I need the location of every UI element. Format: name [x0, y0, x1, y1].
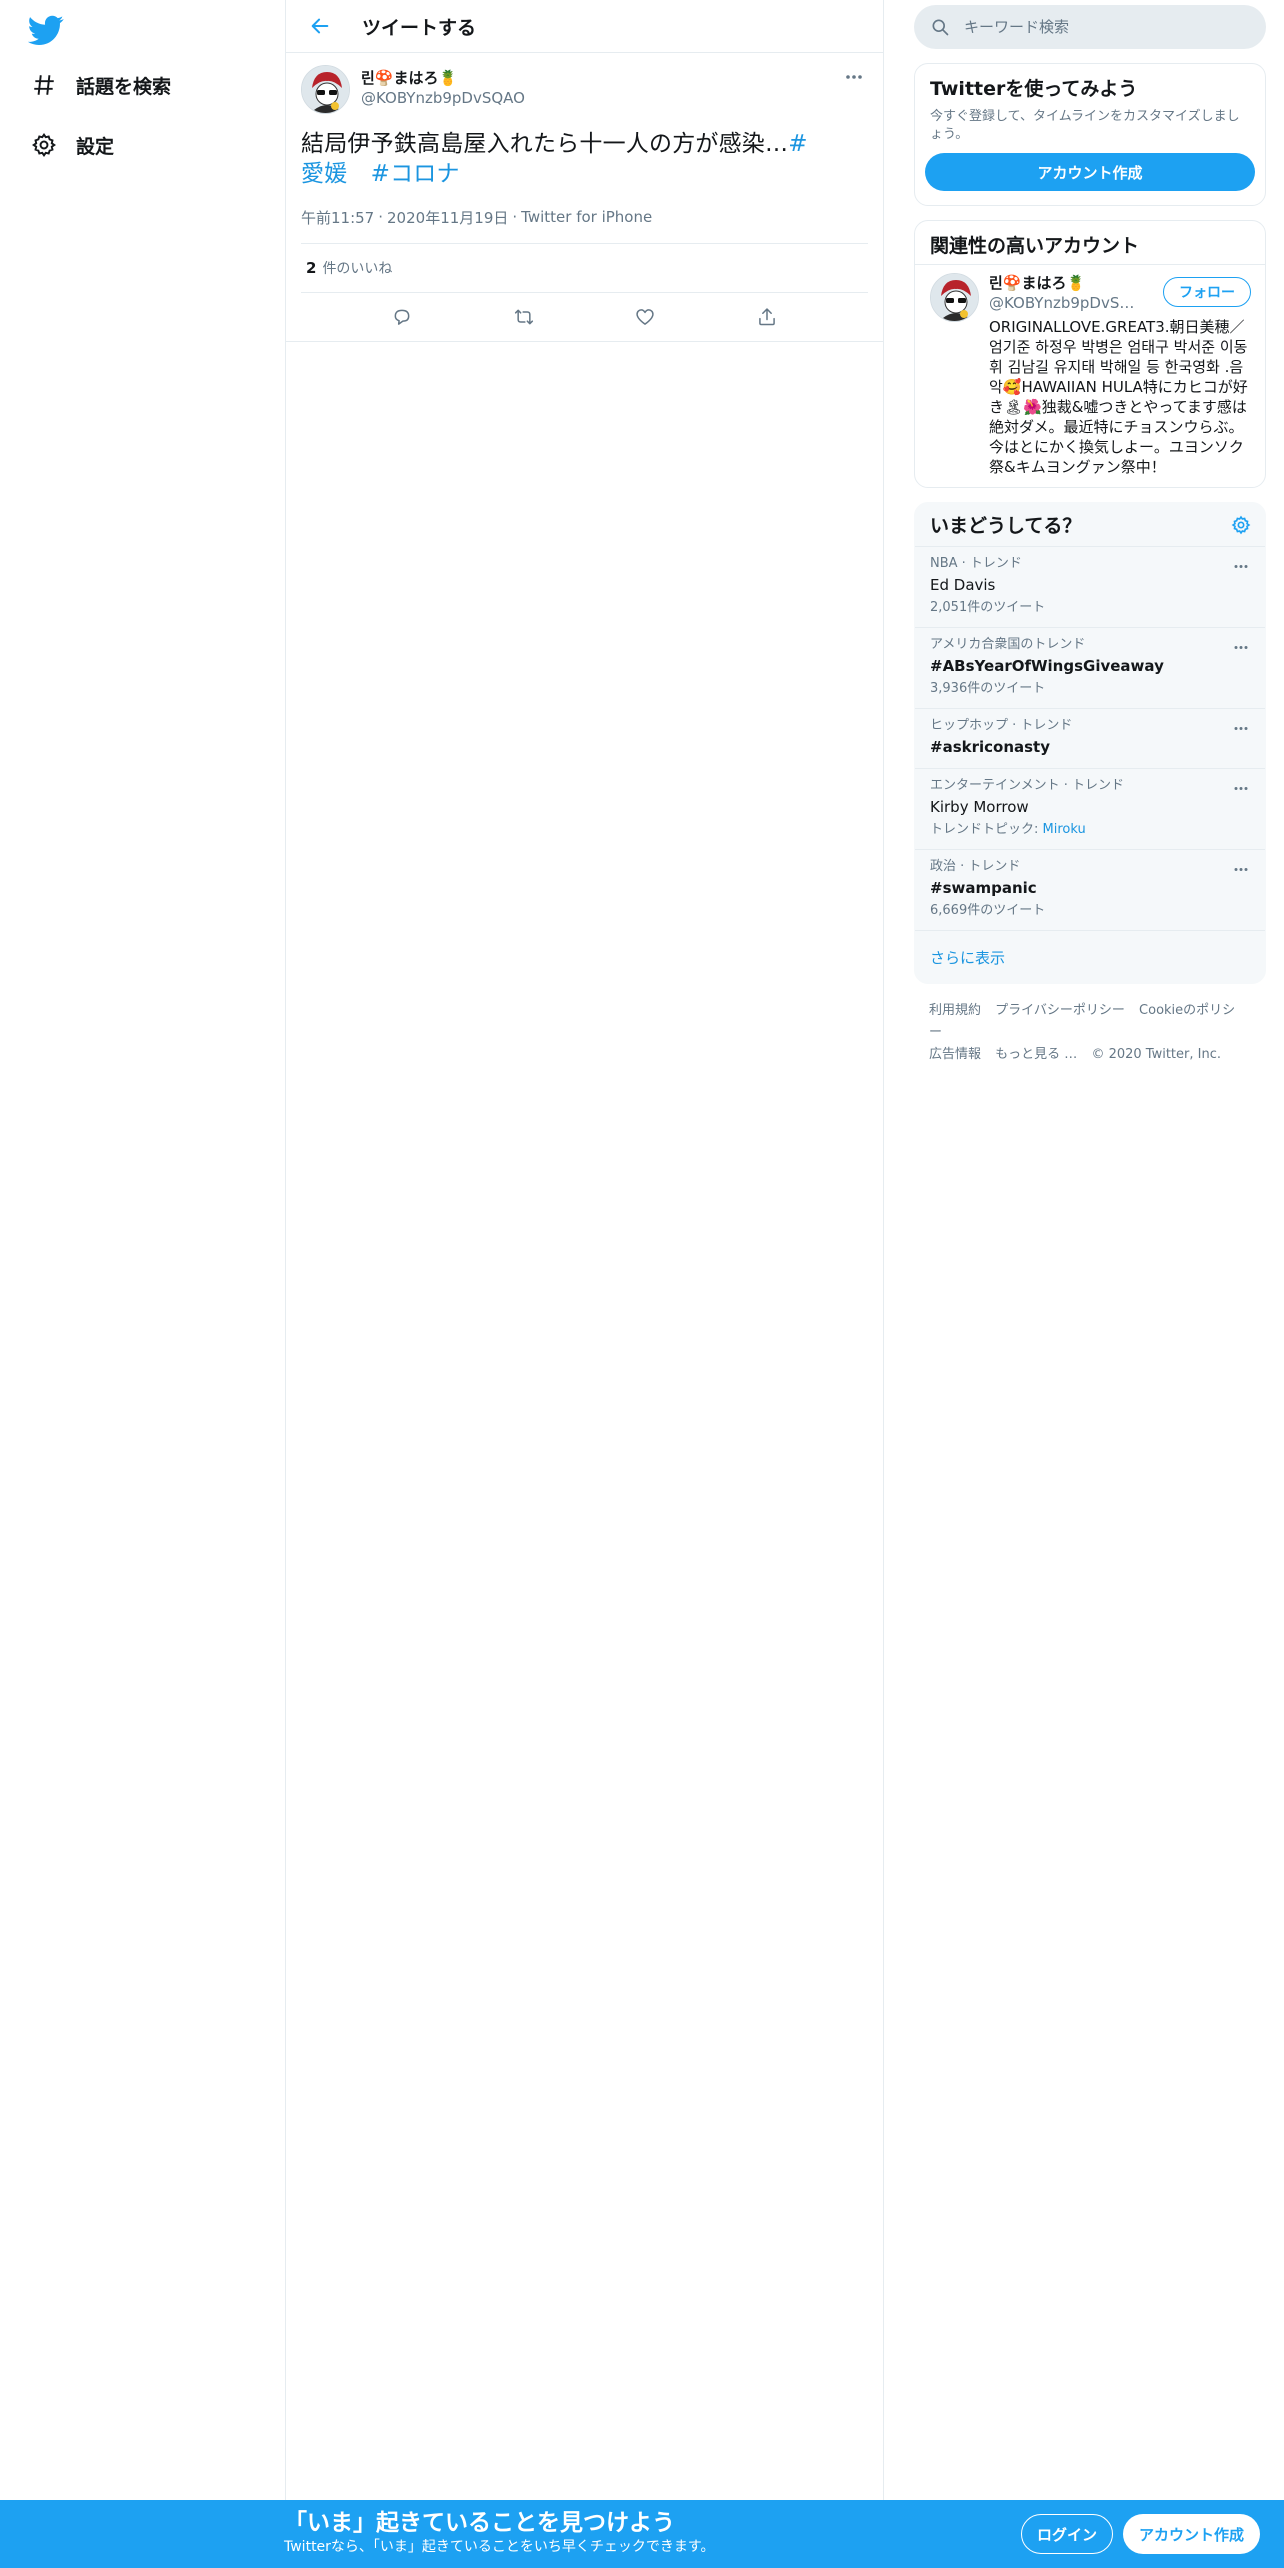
- right-sidebar: Twitterを使ってみよう 今すぐ登録して、タイムラインをカスタマイズしましょ…: [914, 0, 1266, 1066]
- trend-name: #askriconasty: [930, 738, 1051, 756]
- banner-title: 「いま」起きていることを見つけよう: [284, 2510, 675, 2536]
- nav-settings[interactable]: 設定: [28, 125, 114, 165]
- likes-label: 件のいいね: [322, 261, 393, 277]
- footer-link[interactable]: プライバシーポリシー: [995, 1003, 1125, 1018]
- recommend-card-title: 関連性の高いアカウント: [915, 221, 1265, 265]
- retweet-icon[interactable]: [504, 299, 544, 335]
- banner-subtitle: Twitterなら、「いま」起きていることをいち早くチェックできます。: [284, 2539, 715, 2555]
- tweet-meta: 午前11:57 · 2020年11月19日 · Twitter for iPhone: [301, 207, 653, 228]
- trend-context: エンターテインメント · トレンド: [930, 778, 1125, 793]
- trend-item[interactable]: NBA · トレンド Ed Davis 2,051件のツイート: [915, 547, 1265, 628]
- trend-count: 2,051件のツイート: [930, 600, 1046, 615]
- back-button[interactable]: [302, 8, 338, 44]
- nav-explore[interactable]: 話題を検索: [28, 65, 171, 105]
- trend-count: 6,669件のツイート: [930, 903, 1046, 918]
- header: ツイートする: [286, 0, 883, 53]
- footer-link[interactable]: 利用規約: [929, 1003, 981, 1018]
- signup-card-title: Twitterを使ってみよう: [930, 78, 1138, 100]
- left-nav: 話題を検索 設定: [0, 0, 286, 2568]
- tweet-text: 結局伊予鉄高島屋入れたら十一人の方が感染…#愛媛 #コロナ: [301, 129, 821, 189]
- nav-explore-label: 話題を検索: [76, 75, 172, 98]
- trend-context: ヒップホップ · トレンド: [930, 718, 1073, 733]
- author-handle[interactable]: @KOBYnzb9pDvSQAO: [361, 88, 525, 108]
- recommend-bio: ORIGINALLOVE.GREAT3.朝日美穂／엄기준 하정우 박병은 엄태구…: [989, 318, 1248, 476]
- trends-card: いまどうしてる？ NBA · トレンド Ed Davis 2,051件のツイート…: [914, 502, 1266, 984]
- like-icon[interactable]: [625, 299, 665, 335]
- tweet-body: 結局伊予鉄高島屋入れたら十一人の方が感染…: [301, 131, 789, 157]
- twitter-bird-icon[interactable]: [28, 12, 64, 48]
- more-options-icon[interactable]: [1231, 559, 1251, 573]
- signup-button[interactable]: アカウント作成: [1123, 2514, 1261, 2554]
- hashtag-link[interactable]: #コロナ: [371, 161, 460, 187]
- more-options-icon[interactable]: [1231, 862, 1251, 876]
- signup-banner: 「いま」起きていることを見つけよう Twitterなら、「いま」起きていることを…: [0, 2500, 1284, 2568]
- gear-icon: [28, 129, 60, 161]
- main-column: ツイートする 린🍄まはろ🍍 @KOBYnzb9pDvSQAO 結局伊予鉄高島屋入…: [286, 0, 884, 2568]
- more-options-icon[interactable]: [1231, 721, 1251, 735]
- recommend-card: 関連性の高いアカウント 린🍄まはろ🍍 @KOBYnzb9pDvSQAO ORIG…: [914, 220, 1266, 488]
- avatar[interactable]: [930, 273, 979, 322]
- search-icon: [932, 19, 949, 36]
- trends-title: いまどうしてる？: [930, 515, 1082, 537]
- more-options-icon[interactable]: [1231, 781, 1251, 795]
- more-options-icon[interactable]: [1231, 640, 1251, 654]
- back-arrow-icon: [311, 18, 329, 34]
- nav-settings-label: 設定: [76, 135, 115, 158]
- tweet-time[interactable]: 午前11:57: [301, 207, 374, 228]
- tweet-source: Twitter for iPhone: [521, 208, 653, 226]
- trend-name: #ABsYearOfWingsGiveaway: [930, 657, 1164, 675]
- trends-header: いまどうしてる？: [915, 503, 1265, 547]
- share-icon[interactable]: [747, 299, 787, 335]
- tweet-actions: [301, 293, 868, 341]
- trend-context: 政治 · トレンド: [930, 859, 1021, 874]
- tweet-date[interactable]: 2020年11月19日: [387, 207, 508, 228]
- recommended-account[interactable]: 린🍄まはろ🍍 @KOBYnzb9pDvSQAO ORIGINALLOVE.GRE…: [915, 265, 1265, 487]
- footer-link[interactable]: もっと見る …: [995, 1047, 1077, 1062]
- more-options-icon[interactable]: [842, 67, 866, 87]
- search-input[interactable]: [964, 18, 1224, 36]
- trend-item[interactable]: 政治 · トレンド #swampanic 6,669件のツイート: [915, 850, 1265, 931]
- trend-topic-link[interactable]: Miroku: [1043, 822, 1086, 837]
- trend-context: アメリカ合衆国のトレンド: [930, 637, 1086, 652]
- trend-name: Kirby Morrow: [930, 798, 1029, 816]
- reply-icon[interactable]: [382, 299, 422, 335]
- trend-item[interactable]: ヒップホップ · トレンド #askriconasty: [915, 709, 1265, 769]
- show-more-link[interactable]: さらに表示: [915, 931, 1265, 983]
- hashtag-icon: [28, 69, 60, 101]
- signup-card-desc: 今すぐ登録して、タイムラインをカスタマイズしましょう。: [930, 109, 1240, 142]
- trend-name: #swampanic: [930, 879, 1037, 897]
- follow-button[interactable]: フォロー: [1163, 277, 1251, 307]
- page-title: ツイートする: [362, 16, 477, 39]
- trend-item[interactable]: アメリカ合衆国のトレンド #ABsYearOfWingsGiveaway 3,9…: [915, 628, 1265, 709]
- likes-count[interactable]: 2 件のいいね: [301, 243, 868, 293]
- footer-link[interactable]: 広告情報: [929, 1047, 981, 1062]
- trend-name: Ed Davis: [930, 576, 996, 594]
- trend-topic: トレンドトピック: Miroku: [930, 821, 1250, 839]
- search-box[interactable]: [914, 5, 1266, 49]
- gear-icon[interactable]: [1231, 515, 1251, 535]
- create-account-button[interactable]: アカウント作成: [925, 153, 1255, 191]
- trend-item[interactable]: エンターテインメント · トレンド Kirby Morrow トレンドトピック:…: [915, 769, 1265, 850]
- trend-context: NBA · トレンド: [930, 556, 1022, 571]
- signup-card: Twitterを使ってみよう 今すぐ登録して、タイムラインをカスタマイズしましょ…: [914, 63, 1266, 206]
- avatar[interactable]: [301, 65, 350, 114]
- footer: 利用規約 プライバシーポリシー Cookieのポリシー 広告情報 もっと見る ……: [914, 1000, 1266, 1066]
- login-button[interactable]: ログイン: [1021, 2514, 1114, 2554]
- author-name[interactable]: 린🍄まはろ🍍: [361, 68, 525, 88]
- trend-count: 3,936件のツイート: [930, 681, 1046, 696]
- recommend-handle[interactable]: @KOBYnzb9pDvSQAO: [989, 293, 1139, 313]
- likes-number: 2: [306, 259, 317, 277]
- trend-topic-label: トレンドトピック:: [930, 822, 1039, 837]
- tweet: 린🍄まはろ🍍 @KOBYnzb9pDvSQAO 結局伊予鉄高島屋入れたら十一人の…: [286, 53, 883, 342]
- copyright: © 2020 Twitter, Inc.: [1091, 1047, 1221, 1062]
